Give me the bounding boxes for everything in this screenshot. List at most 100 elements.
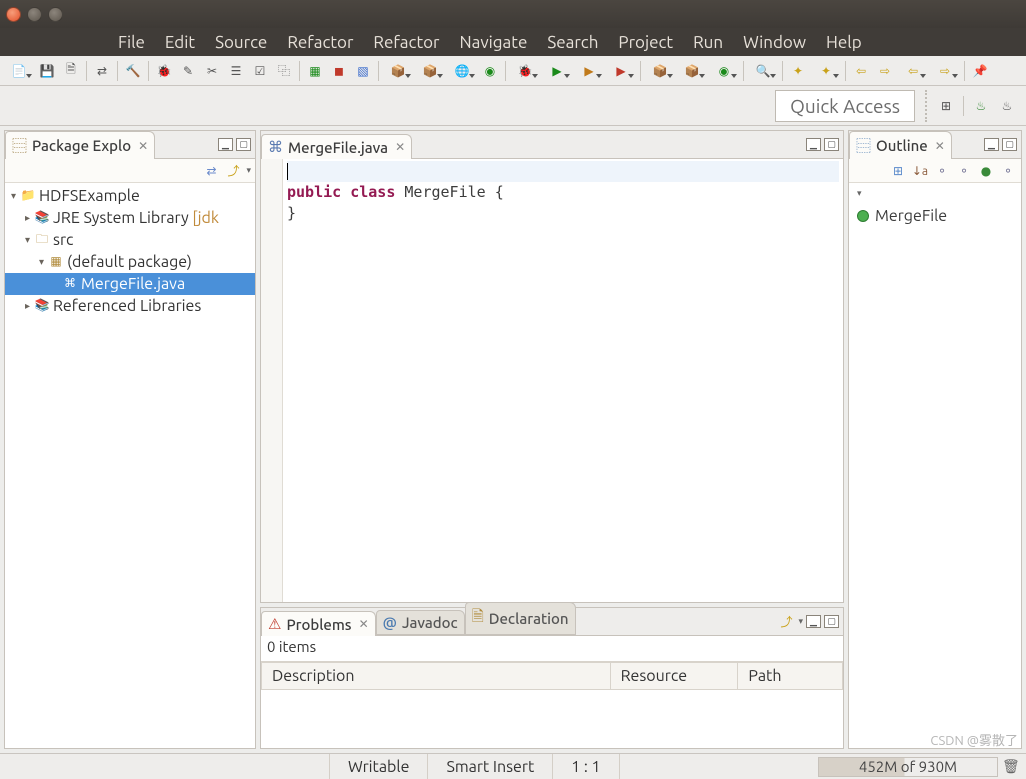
window-maximize-button[interactable] (48, 7, 63, 22)
new-type-button[interactable]: ◉ (709, 60, 739, 82)
filter-button[interactable]: ⤴ (777, 613, 795, 631)
view-menu-button[interactable]: ▾ (246, 165, 251, 176)
pin-button[interactable]: 📌 (969, 60, 991, 82)
code-editor[interactable]: public class MergeFile {} (261, 159, 843, 602)
menu-source[interactable]: Source (205, 30, 277, 55)
annotation-prev-button[interactable]: ✦ (787, 60, 809, 82)
check-button[interactable]: ☑ (249, 60, 271, 82)
heap-bar[interactable]: 452M of 930M (818, 757, 998, 777)
switch-button[interactable]: ⇄ (91, 60, 113, 82)
menu-refactor-2[interactable]: Refactor (363, 30, 449, 55)
code-area[interactable]: public class MergeFile {} (283, 159, 843, 602)
window-minimize-button[interactable] (27, 7, 42, 22)
minimize-view-button[interactable]: ▁ (806, 138, 821, 151)
minimize-view-button[interactable]: ▁ (806, 615, 821, 628)
twistie-icon[interactable]: ▸ (21, 207, 34, 229)
new-class-button[interactable]: ◉ (479, 60, 501, 82)
tab-package-explorer[interactable]: ⿳ Package Explo ✕ (5, 131, 155, 159)
block-button[interactable]: ▧ (352, 60, 374, 82)
outline-tree[interactable]: MergeFile (849, 201, 1021, 748)
hide-local-button[interactable]: ⚬ (999, 162, 1017, 180)
coverage-button[interactable]: ▶ (574, 60, 604, 82)
close-icon[interactable]: ✕ (933, 139, 945, 153)
tree-file-mergefile[interactable]: ⌘ MergeFile.java (5, 273, 255, 295)
window-close-button[interactable] (6, 7, 21, 22)
grid-button[interactable]: ▦ (304, 60, 326, 82)
editor-tab-mergefile[interactable]: ⌘ MergeFile.java ✕ (261, 134, 412, 159)
debug-button[interactable]: 🐞 (510, 60, 540, 82)
search-button[interactable]: 🔍 (748, 60, 778, 82)
package-button[interactable]: 📦 (383, 60, 413, 82)
external-button[interactable]: ▶ (606, 60, 636, 82)
menu-project[interactable]: Project (608, 30, 683, 55)
java-perspective-button[interactable]: ♨ (970, 95, 992, 117)
nav-back-button[interactable]: ⇦ (898, 60, 928, 82)
new-source-button[interactable]: 📦 (677, 60, 707, 82)
debug-config-button[interactable]: 🐞 (153, 60, 175, 82)
twistie-icon[interactable]: ▸ (21, 295, 34, 317)
az-button[interactable]: ↓a (911, 162, 929, 180)
sort-button[interactable]: ⊞ (889, 162, 907, 180)
menu-window[interactable]: Window (733, 30, 816, 55)
menu-refactor[interactable]: Refactor (277, 30, 363, 55)
twistie-icon[interactable]: ▾ (7, 185, 20, 207)
back-button[interactable]: ⇦ (850, 60, 872, 82)
stop-button[interactable]: ◼ (328, 60, 350, 82)
tree-jre[interactable]: ▸ 📚 JRE System Library [jdk (5, 207, 255, 229)
editor-gutter[interactable] (261, 159, 283, 602)
copy-button[interactable]: ⿻ (273, 60, 295, 82)
maximize-view-button[interactable]: ▢ (824, 138, 839, 151)
close-icon[interactable]: ✕ (393, 140, 405, 154)
problems-table[interactable]: Description Resource Path (261, 662, 843, 690)
view-menu-button[interactable]: ▾ (798, 616, 803, 627)
link-editor-button[interactable]: ⤴ (224, 162, 242, 180)
annotation-next-button[interactable]: ✦ (811, 60, 841, 82)
hide-nonpublic-button[interactable]: ● (977, 162, 995, 180)
close-icon[interactable]: ✕ (357, 617, 369, 631)
maximize-view-button[interactable]: ▢ (1002, 138, 1017, 151)
save-all-button[interactable]: 🗎 (60, 60, 82, 82)
tab-outline[interactable]: ⿳ Outline ✕ (849, 131, 952, 159)
cut-button[interactable]: ✂ (201, 60, 223, 82)
menu-help[interactable]: Help (816, 30, 872, 55)
package-explorer-tree[interactable]: ▾ 📁 HDFSExample ▸ 📚 JRE System Library [… (5, 183, 255, 748)
col-resource[interactable]: Resource (610, 663, 738, 690)
maximize-view-button[interactable]: ▢ (824, 615, 839, 628)
run-button[interactable]: ▶ (542, 60, 572, 82)
edit-button[interactable]: ✎ (177, 60, 199, 82)
new-java-button[interactable]: 📦 (645, 60, 675, 82)
col-description[interactable]: Description (262, 663, 611, 690)
tree-referenced-libraries[interactable]: ▸ 📚 Referenced Libraries (5, 295, 255, 317)
gc-button[interactable]: 🗑 (1002, 758, 1020, 775)
menu-edit[interactable]: Edit (155, 30, 205, 55)
maximize-view-button[interactable]: ▢ (236, 138, 251, 151)
twistie-icon[interactable]: ▾ (35, 251, 48, 273)
tree-project[interactable]: ▾ 📁 HDFSExample (5, 185, 255, 207)
menu-navigate[interactable]: Navigate (450, 30, 538, 55)
outline-item-mergefile[interactable]: MergeFile (857, 207, 1013, 225)
minimize-view-button[interactable]: ▁ (218, 138, 233, 151)
open-perspective-button[interactable]: ⊞ (935, 95, 957, 117)
nav-forward-button[interactable]: ⇨ (930, 60, 960, 82)
hide-fields-button[interactable]: ⚬ (933, 162, 951, 180)
collapse-all-button[interactable]: ⇄ (202, 162, 220, 180)
new-package-button[interactable]: 📦 (415, 60, 445, 82)
tree-src[interactable]: ▾ 🗀 src (5, 229, 255, 251)
list-button[interactable]: ☰ (225, 60, 247, 82)
new-button[interactable]: 📄 (4, 60, 34, 82)
tab-declaration[interactable]: 🗎 Declaration (465, 602, 576, 635)
view-menu-button[interactable]: ▾ (857, 188, 862, 198)
menu-run[interactable]: Run (683, 30, 733, 55)
menu-search[interactable]: Search (537, 30, 608, 55)
forward-button[interactable]: ⇨ (874, 60, 896, 82)
menu-file[interactable]: File (108, 30, 155, 55)
build-button[interactable]: 🔨 (122, 60, 144, 82)
save-button[interactable]: 💾 (36, 60, 58, 82)
resource-perspective-button[interactable]: ♨ (996, 95, 1018, 117)
close-icon[interactable]: ✕ (136, 139, 148, 153)
col-path[interactable]: Path (738, 663, 843, 690)
minimize-view-button[interactable]: ▁ (984, 138, 999, 151)
globe-button[interactable]: 🌐 (447, 60, 477, 82)
tab-javadoc[interactable]: @ Javadoc (376, 610, 465, 635)
tree-default-package[interactable]: ▾ ▦ (default package) (5, 251, 255, 273)
